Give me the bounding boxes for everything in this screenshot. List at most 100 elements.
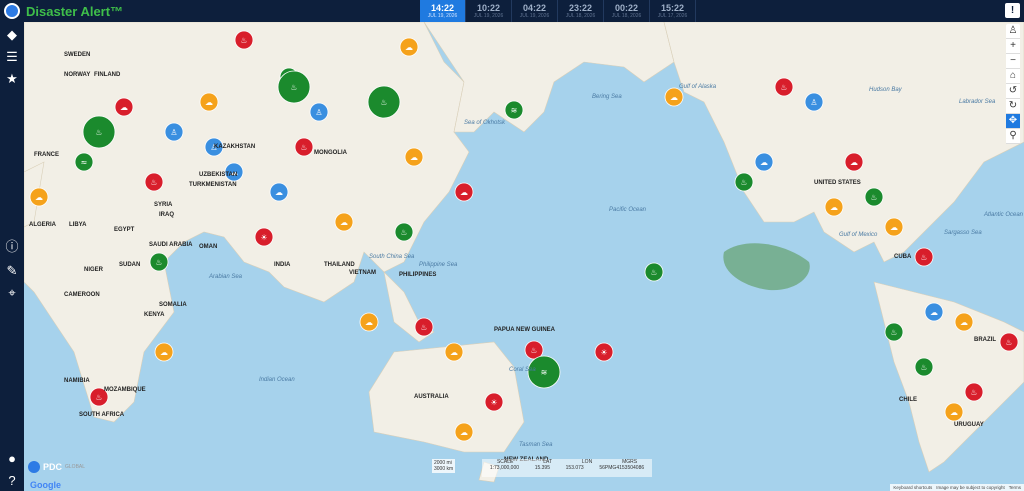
storm-icon: ☁: [405, 43, 413, 52]
sea-label: Gulf of Mexico: [839, 232, 878, 238]
timeline-slot-5[interactable]: 15:22 JUL 17, 2026: [650, 0, 696, 22]
pdc-logo[interactable]: PDC GLOBAL: [28, 461, 85, 473]
storm-icon: ☁: [830, 203, 838, 212]
timeline: 14:22 JUL 19, 2026 10:22 JUL 19, 2026 04:22 J…: [420, 0, 696, 22]
country-label: PHILIPPINES: [399, 272, 437, 278]
country-label: SAUDI ARABIA: [149, 242, 193, 248]
sea-label: Bering Sea: [592, 94, 622, 100]
country-label: NIGER: [84, 267, 104, 273]
pdc-icon: [28, 461, 40, 473]
timeline-slot-2[interactable]: 04:22 JUL 19, 2026: [512, 0, 558, 22]
sea-label: Pacific Ocean: [609, 207, 647, 213]
rotate-right-icon[interactable]: ↻: [1006, 99, 1020, 114]
country-label: PAPUA NEW GUINEA: [494, 327, 556, 333]
map[interactable]: ♨ ♨ ☁ ♙ ☁ ≈ ☁ ♨ ♨ ☁ ☁ ☀ ♨ ☁ ♨ ♙ ♨ ☁ ☁ ♨ ♨ ☁ ☁ ≋ ♨ ☁ ☀ ♨ ☁ ♨ ♙ ♨ ☁ ☁ ♨ ☁ ♨ ☁ ♨ ☁…: [24, 22, 1024, 491]
country-label: NORWAY: [64, 72, 91, 78]
zoom-out-button[interactable]: −: [1006, 54, 1020, 69]
fire-icon: ♨: [300, 143, 307, 152]
coord-value: 1:73,000,000: [489, 465, 520, 471]
info-icon[interactable]: ⓘ: [3, 238, 21, 256]
storm-icon: ☁: [450, 348, 458, 357]
fire-icon: ♨: [740, 178, 747, 187]
sea-label: Indian Ocean: [259, 377, 295, 383]
country-label: OMAN: [199, 244, 218, 250]
country-label: URUGUAY: [954, 422, 984, 428]
notification-icon[interactable]: !: [1005, 3, 1020, 18]
timeline-date: JUL 18, 2026: [565, 12, 596, 19]
sidebar: ◆ ☰ ★ ⓘ ✎ ⌖ ● ?: [0, 22, 24, 491]
attribution-link[interactable]: Keyboard shortcuts: [893, 485, 932, 490]
storm-icon: ☁: [160, 348, 168, 357]
country-label: THAILAND: [324, 262, 355, 268]
country-label: MONGOLIA: [314, 150, 347, 156]
country-label: MOZAMBIQUE: [104, 387, 146, 393]
country-label: FRANCE: [34, 152, 59, 158]
timeline-time: 10:22: [476, 2, 501, 13]
magnify-icon[interactable]: ⚲: [1006, 129, 1020, 144]
street-view-icon[interactable]: ♙: [1006, 24, 1020, 39]
country-label: BRAZIL: [974, 337, 996, 343]
timeline-time: 23:22: [568, 2, 593, 13]
heat-icon: ☀: [600, 348, 607, 357]
country-label: ALGERIA: [29, 222, 56, 228]
storm-icon: ☁: [960, 318, 968, 327]
pdc-text: PDC: [43, 462, 63, 472]
sea-label: Coral Sea: [509, 367, 536, 373]
tools-icon[interactable]: ✎: [3, 262, 21, 280]
scale-km: 3000 km: [434, 466, 454, 472]
heat-icon: ☀: [490, 398, 497, 407]
fire-icon: ♨: [240, 36, 247, 45]
fire-icon: ♨: [380, 98, 387, 107]
country-label: SOUTH AFRICA: [79, 412, 125, 418]
heat-icon: ☀: [260, 233, 267, 242]
storm-icon: ☁: [460, 188, 468, 197]
storm-icon: ☁: [340, 218, 348, 227]
layers-icon[interactable]: ☰: [3, 48, 21, 66]
country-label: AUSTRALIA: [414, 394, 449, 400]
timeline-date: JUL 17, 2026: [657, 12, 688, 19]
storm-icon: ☁: [930, 308, 938, 317]
storm-icon: ☁: [760, 158, 768, 167]
storm-icon: ☁: [275, 188, 283, 197]
hazard-icon[interactable]: ◆: [3, 26, 21, 44]
attribution-link[interactable]: Terms: [1009, 485, 1021, 490]
disaster-alert-logo-icon: [4, 3, 20, 19]
coordinate-readout: SCALE LAT LON MGRS 1:73,000,000 15.395 153.07…: [482, 459, 652, 477]
timeline-slot-0[interactable]: 14:22 JUL 19, 2026: [420, 0, 466, 22]
home-icon[interactable]: ⌂: [1006, 69, 1020, 84]
fire-icon: ♨: [970, 388, 977, 397]
pdc-subtext: GLOBAL: [65, 464, 86, 470]
sea-label: Hudson Bay: [869, 87, 902, 93]
person-icon: ♙: [315, 108, 322, 117]
pan-icon[interactable]: ✥: [1006, 114, 1020, 129]
rotate-left-icon[interactable]: ↺: [1006, 84, 1020, 99]
attribution-link[interactable]: Image may be subject to copyright: [936, 485, 1005, 490]
zoom-in-button[interactable]: +: [1006, 39, 1020, 54]
country-label: INDIA: [274, 262, 291, 268]
google-logo: Google: [30, 480, 61, 490]
fire-icon: ♨: [155, 258, 162, 267]
star-icon[interactable]: ★: [3, 70, 21, 88]
country-label: CUBA: [894, 254, 912, 260]
brand[interactable]: Disaster Alert™: [4, 2, 123, 20]
fire-icon: ♨: [530, 346, 537, 355]
timeline-slot-1[interactable]: 10:22 JUL 19, 2026: [466, 0, 512, 22]
storm-icon: ☁: [670, 93, 678, 102]
locate-icon[interactable]: ⌖: [3, 284, 21, 302]
scale-bar: 2000 mi 3000 km: [432, 459, 456, 473]
storm-icon: ☁: [120, 103, 128, 112]
timeline-slot-4[interactable]: 00:22 JUL 18, 2026: [604, 0, 650, 22]
help-icon[interactable]: ?: [3, 472, 21, 490]
user-icon[interactable]: ●: [3, 450, 21, 468]
sea-label: Philippine Sea: [419, 262, 458, 268]
person-icon: ♙: [810, 98, 817, 107]
country-label: SOMALIA: [159, 302, 187, 308]
country-label: KAZAKHSTAN: [214, 144, 256, 150]
country-label: SUDAN: [119, 262, 141, 268]
timeline-date: JUL 19, 2026: [427, 12, 458, 19]
timeline-time: 15:22: [660, 2, 685, 13]
country-label: KENYA: [144, 312, 165, 318]
country-label: IRAQ: [159, 212, 174, 218]
timeline-slot-3[interactable]: 23:22 JUL 18, 2026: [558, 0, 604, 22]
storm-icon: ☁: [950, 408, 958, 417]
